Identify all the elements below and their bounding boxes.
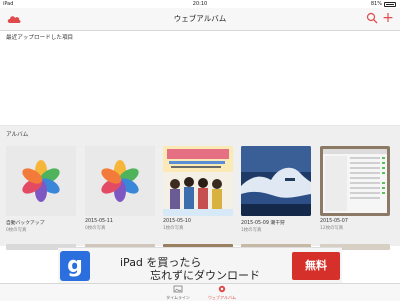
album-thumbnail[interactable] [241,146,311,216]
ad-free-button[interactable]: 無料 [292,252,340,280]
poster-thumbnail [163,146,233,216]
album-count: 0枚の写真 [6,228,27,233]
google-logo-icon: g [60,251,90,281]
album-count: 0枚の写真 [85,226,106,231]
albums-section: アルバム 自動バックアップ 0枚の写真 2015-05-11 0枚の写真 201… [0,126,400,250]
album-thumbnail[interactable] [163,146,233,216]
album-icon [218,285,226,293]
album-thumbnail[interactable] [6,146,76,216]
recent-uploads-section: 最近アップロードした項目 [0,31,400,125]
album-tile[interactable]: 2015-05-10 1枚の写真 [163,146,233,231]
status-right: 81% [371,0,396,8]
ad-banner[interactable]: g iPad を買ったら 忘れずにダウンロード 無料 [58,247,342,284]
ad-subline: 忘れずにダウンロード [150,269,260,282]
album-count: 1枚の写真 [241,228,262,233]
battery-icon [384,1,396,7]
album-thumbnail[interactable] [320,146,390,216]
tab-bar: タイムライン ウェブアルバム [0,283,400,301]
tab-timeline[interactable]: タイムライン [158,285,198,301]
clock: 20:10 [192,1,208,7]
flower-icon [6,146,76,216]
album-name: 2015-05-10 [163,219,191,224]
photo-icon [173,285,183,293]
album-name: 2015-05-07 [320,219,348,224]
album-tile[interactable]: 2015-05-07 12枚の写真 [320,146,390,231]
albums-label: アルバム [6,132,29,138]
search-icon[interactable] [366,12,378,24]
status-bar: iPad 20:10 81% [0,0,400,8]
tab-web-album[interactable]: ウェブアルバム [202,285,242,301]
screenshot-thumbnail [320,146,390,216]
battery-percent: 81% [370,1,382,7]
recent-uploads-label: 最近アップロードした項目 [6,35,74,41]
album-tile[interactable]: 2015-05-11 0枚の写真 [85,146,155,231]
tab-label: タイムライン [166,295,190,300]
tab-label: ウェブアルバム [208,295,236,300]
album-thumbnail[interactable] [85,146,155,216]
album-count: 1枚の写真 [163,226,184,231]
google-logo-letter: g [67,253,83,278]
page-title: ウェブアルバム [173,14,227,23]
album-name: 2015-05-11 [85,219,113,224]
add-button[interactable]: + [382,11,394,25]
flower-icon [85,146,155,216]
album-name: 自動バックアップ [6,221,45,226]
navbar: ウェブアルバム + [0,8,400,31]
album-tile[interactable]: 自動バックアップ 0枚の写真 [6,146,76,233]
album-count: 12枚の写真 [320,226,344,231]
album-tile[interactable]: 2015-05-09 潮干狩 1枚の写真 [241,146,311,233]
wave-thumbnail [241,146,311,216]
album-name: 2015-05-09 潮干狩 [241,221,285,226]
